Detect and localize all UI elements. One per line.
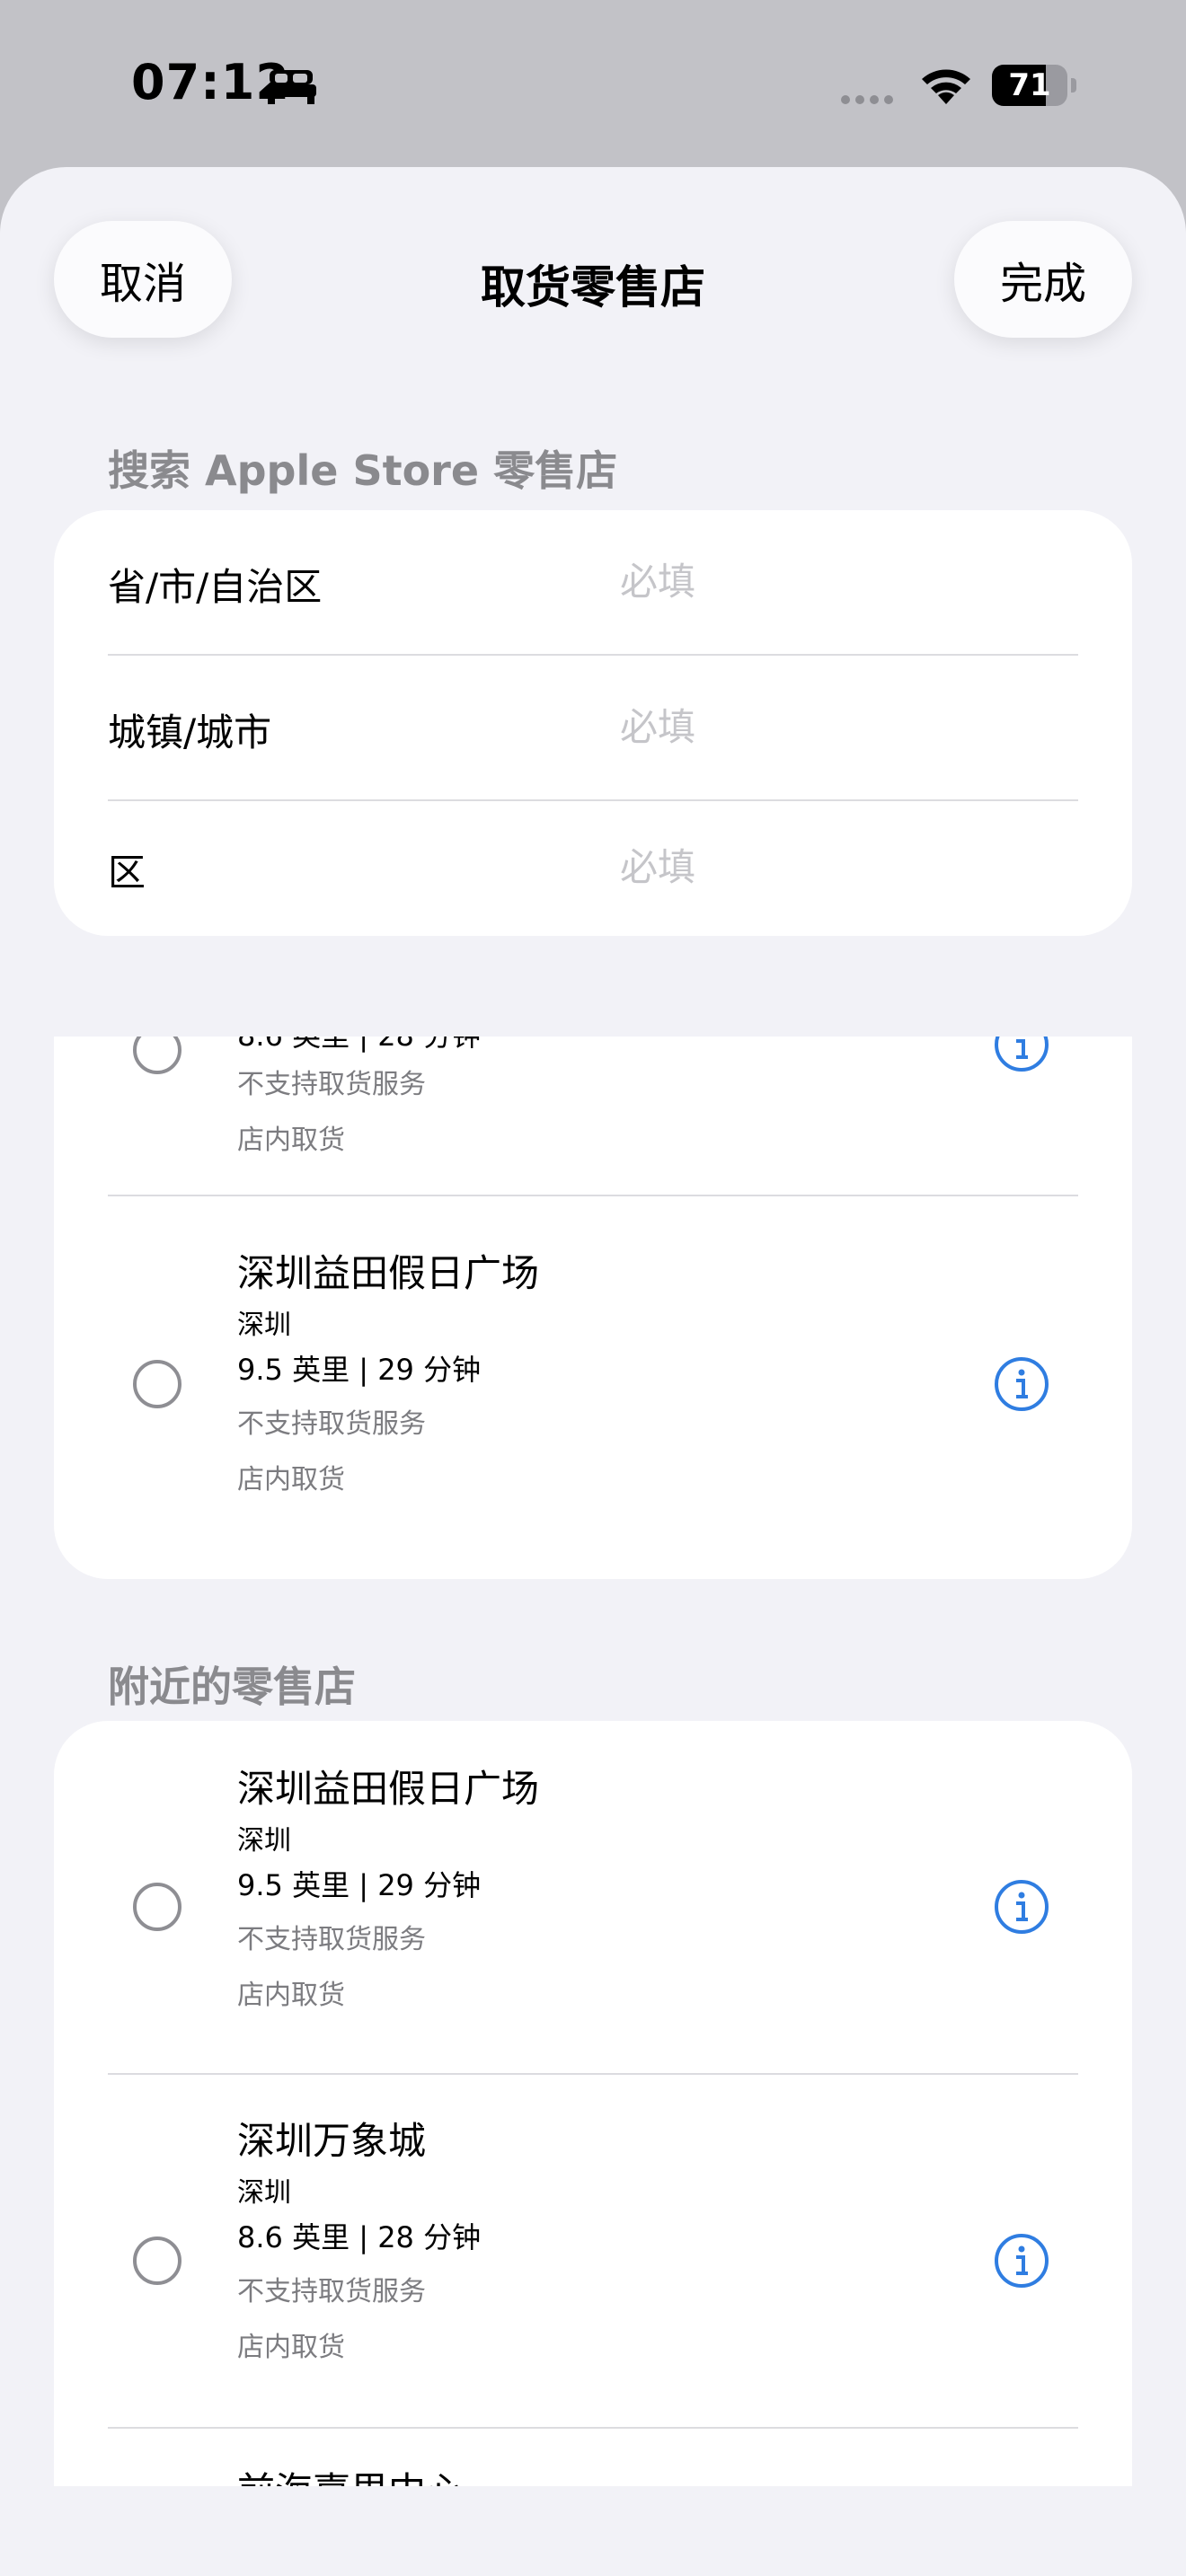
battery-level: 71 <box>1008 67 1051 103</box>
cellular-signal-icon <box>841 95 893 104</box>
district-row: 区 <box>108 796 1078 936</box>
info-icon[interactable] <box>994 2233 1049 2289</box>
store-pickup-status: 不支持取货服务 <box>237 2276 426 2307</box>
store-distance: 8.6 英里 | 28 分钟 <box>237 1037 481 1054</box>
province-row: 省/市/自治区 <box>108 510 1078 654</box>
store-pickup-type: 店内取货 <box>237 2332 345 2363</box>
city-row: 城镇/城市 <box>108 656 1078 799</box>
wifi-icon <box>922 69 970 104</box>
store-radio[interactable] <box>133 1360 181 1408</box>
store-row[interactable]: 深圳益田假日广场 深圳 9.5 英里 | 29 分钟 不支持取货服务 店内取货 <box>54 1721 1132 2073</box>
store-distance: 9.5 英里 | 29 分钟 <box>237 1868 482 1902</box>
store-city: 深圳 <box>237 1310 291 1341</box>
nearby-stores-card: 深圳益田假日广场 深圳 9.5 英里 | 29 分钟 不支持取货服务 店内取货 … <box>54 1721 1132 2486</box>
store-city: 深圳 <box>237 1825 291 1857</box>
store-radio[interactable] <box>133 2236 181 2285</box>
store-pickup-type: 店内取货 <box>237 1464 345 1495</box>
store-name: 深圳益田假日广场 <box>237 1251 540 1295</box>
search-results-card: 8.6 英里 | 28 分钟 不支持取货服务 店内取货 深圳益田假日广场 深圳 … <box>54 1037 1132 1579</box>
pickup-store-sheet: 取消 取货零售店 完成 搜索 Apple Store 零售店 省/市/自治区 城… <box>0 167 1186 2576</box>
cancel-button[interactable]: 取消 <box>54 221 232 338</box>
store-distance: 9.5 英里 | 29 分钟 <box>237 1353 482 1387</box>
search-section-header: 搜索 Apple Store 零售店 <box>108 446 618 495</box>
search-form-card: 省/市/自治区 城镇/城市 区 <box>54 510 1132 936</box>
district-input[interactable] <box>620 835 1069 898</box>
store-city: 深圳 <box>237 2177 291 2209</box>
store-pickup-status: 不支持取货服务 <box>237 1408 426 1440</box>
store-radio[interactable] <box>133 1883 181 1931</box>
store-pickup-status: 不支持取货服务 <box>237 1924 426 1955</box>
province-input[interactable] <box>620 550 1069 613</box>
battery-indicator: 71 <box>992 65 1076 106</box>
store-row-partial[interactable]: 前海嘉里中心 <box>54 2429 1132 2486</box>
store-pickup-status: 不支持取货服务 <box>237 1069 426 1100</box>
city-label: 城镇/城市 <box>108 710 272 754</box>
bed-icon <box>266 70 316 104</box>
store-row[interactable]: 深圳万象城 深圳 8.6 英里 | 28 分钟 不支持取货服务 店内取货 <box>54 2075 1132 2427</box>
store-radio[interactable] <box>133 1037 181 1074</box>
info-icon[interactable] <box>994 1879 1049 1935</box>
status-bar: 07:12 71 <box>0 0 1186 171</box>
district-label: 区 <box>108 851 146 895</box>
done-button[interactable]: 完成 <box>954 221 1132 338</box>
info-icon[interactable] <box>994 1356 1049 1412</box>
store-pickup-type: 店内取货 <box>237 1125 345 1156</box>
store-name: 深圳益田假日广场 <box>237 1767 540 1811</box>
nearby-section-header: 附近的零售店 <box>108 1663 356 1711</box>
store-distance: 8.6 英里 | 28 分钟 <box>237 2220 482 2254</box>
page-title: 取货零售店 <box>481 261 705 313</box>
store-name: 前海嘉里中心 <box>237 2461 464 2486</box>
store-pickup-type: 店内取货 <box>237 1980 345 2011</box>
store-name: 深圳万象城 <box>237 2119 427 2163</box>
store-row[interactable]: 深圳益田假日广场 深圳 9.5 英里 | 29 分钟 不支持取货服务 店内取货 <box>54 1196 1132 1579</box>
info-icon[interactable] <box>994 1037 1049 1072</box>
province-label: 省/市/自治区 <box>108 565 323 609</box>
city-input[interactable] <box>620 695 1069 758</box>
